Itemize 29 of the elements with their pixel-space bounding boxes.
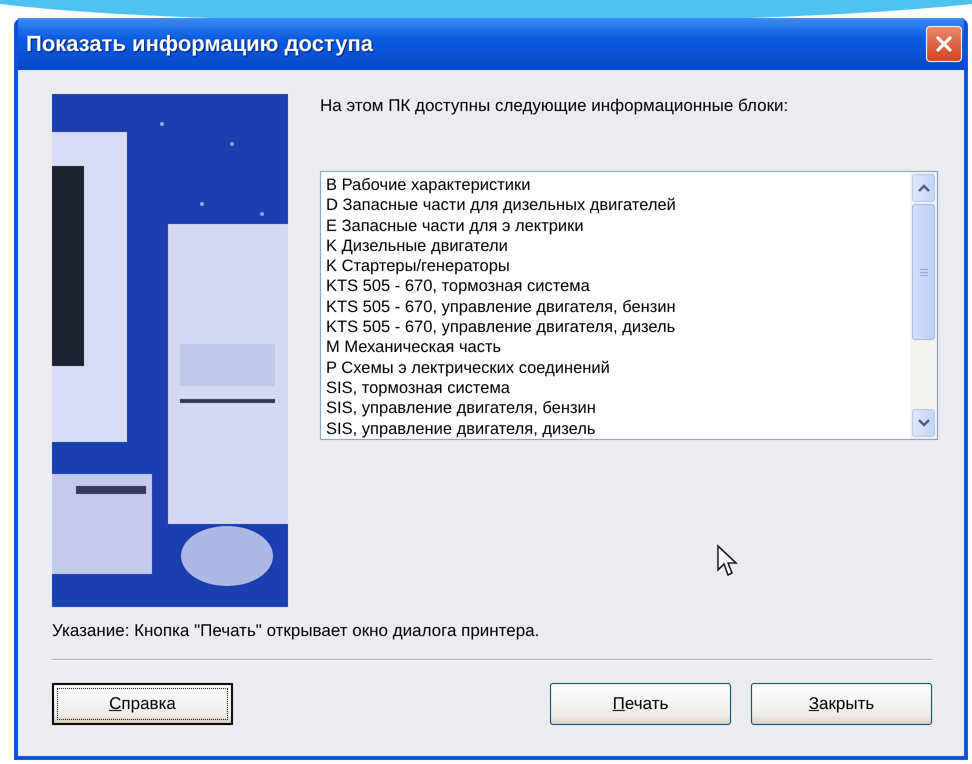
dialog-button[interactable]: Справка (52, 683, 233, 725)
chevron-down-icon (916, 418, 930, 428)
list-item[interactable]: K Дизельные двигатели (326, 236, 910, 256)
list-item[interactable]: SIS, тормозная система (326, 378, 910, 398)
list-item[interactable]: SIS, управление двигателя, дизель (326, 418, 910, 439)
scrollbar[interactable] (910, 172, 937, 439)
list-item[interactable]: KTS 505 - 670, управление двигателя, дизель (326, 317, 910, 338)
list-item[interactable]: E Запасные части для э лектрики (326, 216, 910, 236)
scroll-thumb[interactable] (912, 204, 935, 340)
close-icon (934, 34, 954, 54)
dialog-button[interactable]: Закрыть (751, 683, 932, 725)
chevron-up-icon (916, 183, 930, 193)
scroll-up-button[interactable] (912, 174, 935, 202)
list-item[interactable]: KTS 505 - 670, управление двигателя, бензин (326, 296, 910, 318)
close-button[interactable] (926, 26, 962, 62)
hint-text: Указание: Кнопка "Печать" открывает окно диалога принтера. (52, 621, 540, 641)
list-item[interactable]: D Запасные части для дизельных двигателей (326, 195, 910, 216)
list-item[interactable]: P Схемы э лектрических соединений (326, 358, 910, 378)
list-item[interactable]: K Стартеры/генераторы (326, 256, 910, 276)
list-item[interactable]: M Механическая часть (326, 337, 910, 358)
scroll-down-button[interactable] (912, 409, 935, 437)
grip-icon (918, 268, 928, 276)
intro-text: На этом ПК доступны следующие информационные блоки: (320, 96, 790, 116)
list-item[interactable]: KTS 505 - 670, тормозная система (326, 276, 910, 297)
dialog-button[interactable]: Печать (550, 683, 731, 725)
list-item[interactable]: SIS, управление двигателя, бензин (326, 398, 910, 419)
list-item[interactable]: B Рабочие характеристики (326, 175, 910, 196)
window-title: Показать информацию доступа (26, 31, 374, 57)
mouse-cursor-icon (716, 544, 740, 578)
